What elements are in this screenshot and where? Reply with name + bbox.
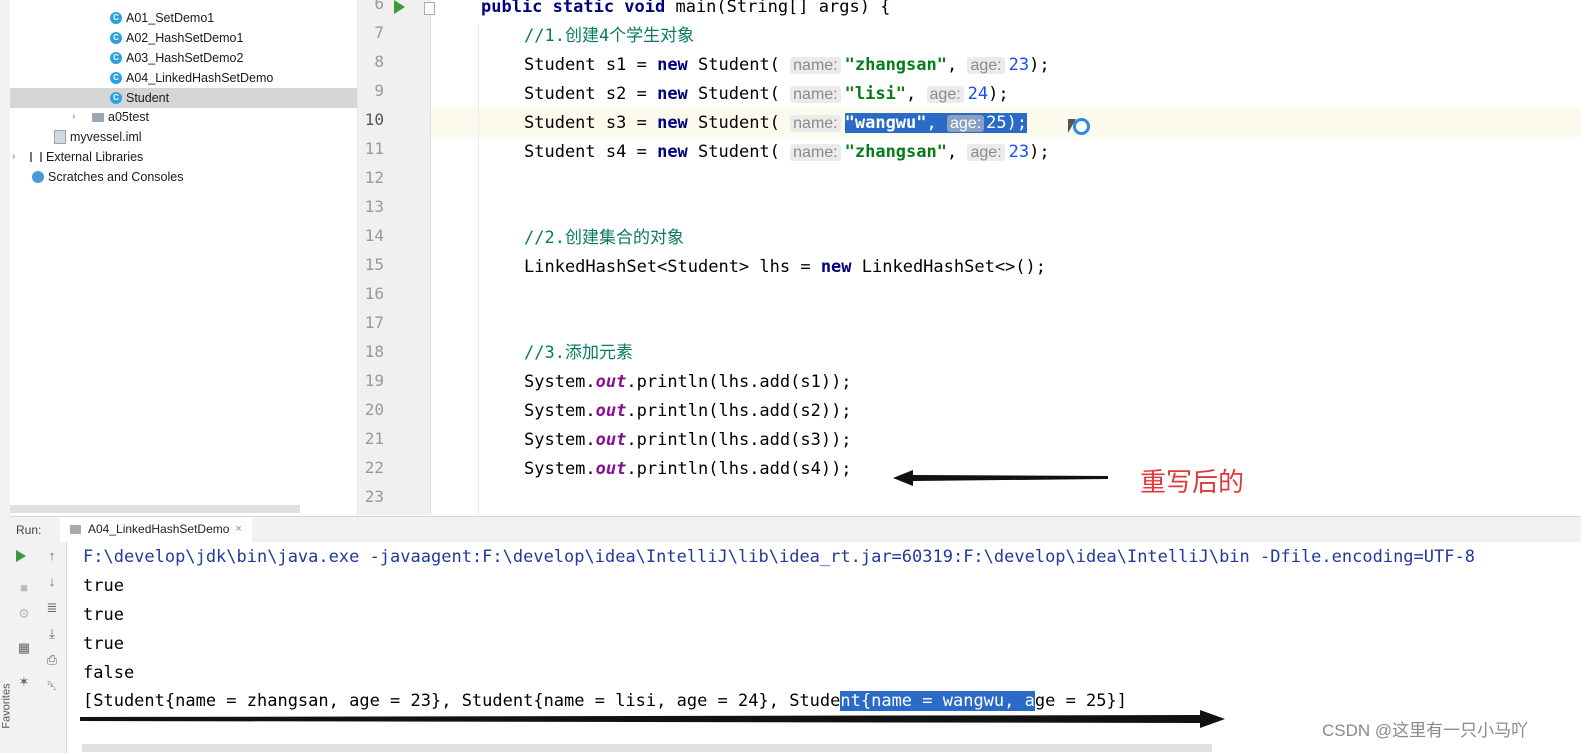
tree-item-a03[interactable]: C A03_HashSetDemo2 xyxy=(110,48,243,68)
line-number: 10 xyxy=(364,110,384,129)
code-line-15: LinkedHashSet<Student> lhs = new LinkedH… xyxy=(524,257,1046,277)
soft-wrap-icon[interactable]: ≣ xyxy=(44,600,60,616)
code-line-9: Student s2 = new Student( name: "lisi", a… xyxy=(524,84,1009,104)
code-line-14: //2.创建集合的对象 xyxy=(524,228,684,248)
line-number: 19 xyxy=(364,371,384,390)
code-line-7: //1.创建4个学生对象 xyxy=(524,26,695,46)
console-output-line: false xyxy=(83,663,135,683)
arrow-up-icon[interactable]: ↑ xyxy=(44,548,60,564)
class-icon: C xyxy=(110,52,122,64)
code-line-22: System.out.println(lhs.add(s4)); xyxy=(524,459,852,479)
tree-item-a01[interactable]: C A01_SetDemo1 xyxy=(110,8,214,28)
scroll-to-end-icon[interactable]: ⤓ xyxy=(44,626,60,642)
run-tab[interactable]: A04_LinkedHashSetDemo × xyxy=(60,517,252,544)
tree-item-external-libraries[interactable]: › External Libraries xyxy=(12,147,143,167)
stop-icon[interactable]: ■ xyxy=(16,580,32,596)
line-number: 8 xyxy=(374,52,384,71)
annotation-arrow-icon xyxy=(80,710,1225,728)
run-main-icon[interactable] xyxy=(394,0,405,14)
tree-item-a05test[interactable]: › a05test xyxy=(72,107,149,127)
print-icon[interactable]: ⎙ xyxy=(44,652,60,668)
library-icon xyxy=(30,152,42,162)
run-label: Run: xyxy=(16,523,42,537)
line-number: 7 xyxy=(374,23,384,42)
line-number: 12 xyxy=(364,168,384,187)
tree-item-student[interactable]: C Student xyxy=(10,88,357,108)
editor-gutter: 6 7 8 9 10 11 12 13 14 15 16 17 18 19 20… xyxy=(358,0,435,515)
line-number: 11 xyxy=(364,139,384,158)
code-line-19: System.out.println(lhs.add(s1)); xyxy=(524,372,852,392)
line-number: 13 xyxy=(364,197,384,216)
run-config-icon xyxy=(70,525,81,534)
line-number: 21 xyxy=(364,429,384,448)
param-hint: age: xyxy=(967,144,1005,161)
run-toolbar: ↑ ■ ↓ ⚙ ≣ ▦ ⤓ ⎙ ✶ ␡ xyxy=(10,542,67,753)
code-line-10: Student s3 = new Student( name: "wangwu",… xyxy=(524,113,1028,133)
console-horizontal-scrollbar[interactable] xyxy=(82,744,1212,752)
tree-item-a04[interactable]: C A04_LinkedHashSetDemo xyxy=(110,68,273,88)
module-file-icon xyxy=(54,130,66,144)
code-line-11: Student s4 = new Student( name: "zhangsan… xyxy=(524,142,1050,162)
console-command-line: F:\develop\jdk\bin\java.exe -javaagent:F… xyxy=(83,547,1475,567)
line-number: 9 xyxy=(374,81,384,100)
console-selection: nt{name = wangwu, a xyxy=(840,691,1035,711)
code-line-18: //3.添加元素 xyxy=(524,343,633,363)
param-hint: name: xyxy=(790,144,841,161)
code-line-21: System.out.println(lhs.add(s3)); xyxy=(524,430,852,450)
code-line-20: System.out.println(lhs.add(s2)); xyxy=(524,401,852,421)
code-line-8: Student s1 = new Student( name: "zhangsan… xyxy=(524,55,1050,75)
param-hint: age: xyxy=(926,86,964,103)
project-tree: C A01_SetDemo1 C A02_HashSetDemo1 C A03_Has… xyxy=(10,0,357,515)
annotation-arrow-icon xyxy=(893,470,1108,486)
param-hint: name: xyxy=(790,115,841,132)
annotation-label: 重写后的 xyxy=(1140,467,1245,497)
line-number: 15 xyxy=(364,255,384,274)
tree-item-myvessel-iml[interactable]: myvessel.iml xyxy=(54,127,142,147)
class-icon: C xyxy=(110,32,122,44)
line-number: 22 xyxy=(364,458,384,477)
console-output-line: true xyxy=(83,634,124,654)
loading-cursor-icon xyxy=(1073,118,1090,135)
tree-item-a02[interactable]: C A02_HashSetDemo1 xyxy=(110,28,243,48)
chevron-right-icon[interactable]: › xyxy=(72,107,82,127)
watermark: CSDN @这里有一只小马吖 xyxy=(1322,721,1529,740)
class-icon: C xyxy=(110,12,122,24)
class-icon: C xyxy=(110,72,122,84)
run-panel-header: Run: A04_LinkedHashSetDemo × xyxy=(10,516,1581,544)
arrow-down-icon[interactable]: ↓ xyxy=(44,574,60,590)
pin-icon[interactable]: ✶ xyxy=(16,674,32,690)
layout-icon[interactable]: ▦ xyxy=(16,640,32,656)
class-icon: C xyxy=(110,92,122,104)
trash-icon[interactable]: ␡ xyxy=(44,678,60,694)
line-number: 14 xyxy=(364,226,384,245)
line-number: 23 xyxy=(364,487,384,506)
line-number: 20 xyxy=(364,400,384,419)
code-editor[interactable]: 6 7 8 9 10 11 12 13 14 15 16 17 18 19 20… xyxy=(357,0,1581,515)
chevron-right-icon[interactable]: › xyxy=(12,147,22,167)
console-output-line: true xyxy=(83,605,124,625)
rerun-icon[interactable] xyxy=(16,550,26,562)
folder-icon xyxy=(92,112,104,122)
restore-layout-icon[interactable]: ⚙ xyxy=(16,606,32,622)
line-number: 6 xyxy=(374,0,384,13)
line-number: 17 xyxy=(364,313,384,332)
tree-horizontal-scrollbar[interactable] xyxy=(10,505,300,513)
bookmark-icon[interactable] xyxy=(424,2,435,15)
param-hint: name: xyxy=(790,57,841,74)
scratch-icon xyxy=(32,171,44,183)
code-line-6: public static void main(String[] args) { xyxy=(481,0,891,17)
indent-guide xyxy=(478,25,479,515)
line-number: 18 xyxy=(364,342,384,361)
tree-item-scratches[interactable]: Scratches and Consoles xyxy=(32,167,184,187)
param-hint: name: xyxy=(790,86,841,103)
console-output-line: true xyxy=(83,576,124,596)
text-selection: "wangwu", age: 25); xyxy=(844,113,1028,133)
param-hint: age: xyxy=(967,57,1005,74)
line-number: 16 xyxy=(364,284,384,303)
close-icon[interactable]: × xyxy=(235,517,241,542)
